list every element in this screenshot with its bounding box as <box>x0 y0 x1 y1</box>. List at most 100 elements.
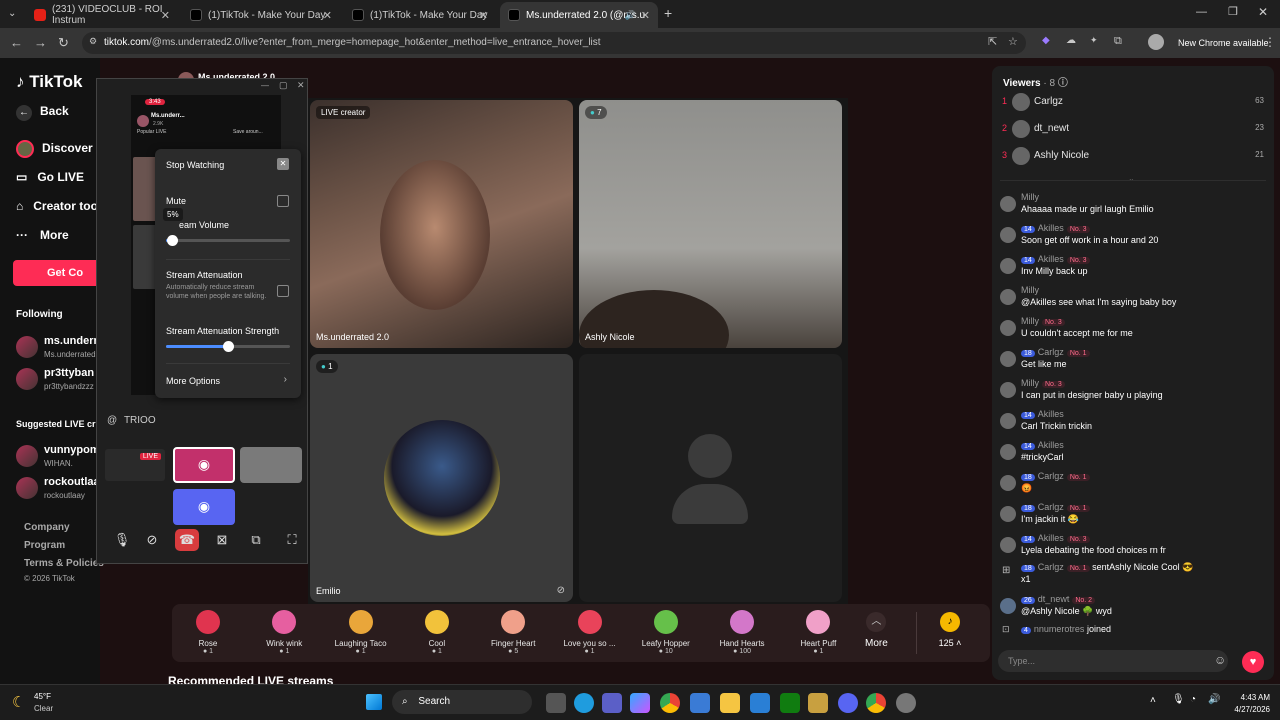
pop-out-icon[interactable]: ⧉ <box>245 529 267 551</box>
like-heart-button[interactable]: ♥ <box>1242 651 1264 673</box>
avatar[interactable] <box>16 477 38 499</box>
following-name[interactable]: ms.underr <box>44 335 98 347</box>
gift-item[interactable]: Cool ● 1 <box>402 610 472 655</box>
top-viewer-row[interactable]: 2 dt_newt 23 <box>1002 119 1264 141</box>
new-tab-button[interactable]: + <box>664 5 672 21</box>
close-tab-icon[interactable]: ✕ <box>641 9 650 22</box>
app-icon[interactable] <box>750 693 770 713</box>
host-video[interactable]: LIVE creator Ms.underrated 2.0 <box>310 100 573 348</box>
wifi-icon[interactable]: ◔ <box>1190 694 1196 705</box>
tiktok-logo[interactable]: ♪ TikTok <box>16 72 82 92</box>
minimize-window-button[interactable]: — <box>1196 6 1207 18</box>
footer-company[interactable]: Company <box>24 522 70 533</box>
chat-input[interactable]: Type... <box>998 650 1228 672</box>
gift-item[interactable]: Finger Heart ● 5 <box>478 610 548 655</box>
site-info-icon[interactable]: ⚙ <box>89 36 97 47</box>
chat-user[interactable]: 14 Akilles No. 3 <box>1021 223 1090 233</box>
chrome-icon[interactable] <box>660 693 680 713</box>
popup-minimize-button[interactable]: — <box>261 81 269 90</box>
back-link[interactable]: ← Back <box>16 104 69 121</box>
chat-user[interactable]: 18 Carlgz No. 1 <box>1021 471 1090 481</box>
address-bar[interactable]: ⚙ tiktok.com/@ms.underrated2.0/live?ente… <box>82 32 1026 54</box>
chat-user[interactable]: 14 Akilles No. 3 <box>1021 254 1090 264</box>
forward-icon[interactable]: → <box>34 35 47 50</box>
extension-icon[interactable]: ◆ <box>1042 35 1050 46</box>
chat-user[interactable]: Milly No. 3 <box>1021 378 1065 388</box>
teams-icon[interactable] <box>602 693 622 713</box>
chat-user[interactable]: 14 Akilles <box>1021 440 1064 450</box>
avatar[interactable] <box>1000 598 1016 614</box>
stream-attenuation-checkbox[interactable] <box>277 285 289 297</box>
edge-icon[interactable] <box>574 693 594 713</box>
mute-item[interactable]: Mute <box>166 196 186 206</box>
close-tab-icon[interactable]: ✕ <box>161 9 170 22</box>
chat-user[interactable]: 18 Carlgz No. 1 <box>1021 502 1090 512</box>
windows-start-icon[interactable] <box>366 694 382 710</box>
live-thumbnail[interactable]: LIVE <box>105 449 165 481</box>
avatar[interactable] <box>1000 258 1016 274</box>
app-icon[interactable] <box>808 693 828 713</box>
avatar[interactable] <box>1000 537 1016 553</box>
browser-tab-2[interactable]: (1)TikTok - Make Your Day ✕ <box>182 2 340 28</box>
top-viewer-row[interactable]: 3 Ashly Nicole 21 <box>1002 146 1264 168</box>
extension-icon[interactable]: ✦ <box>1090 35 1098 46</box>
maximize-window-button[interactable]: ❐ <box>1228 5 1238 18</box>
discord-icon[interactable] <box>838 693 858 713</box>
stream-volume-slider[interactable] <box>166 235 290 246</box>
avatar[interactable] <box>1000 475 1016 491</box>
collapse-chevron-icon[interactable]: ⌄ <box>1128 174 1135 183</box>
avatar[interactable] <box>16 336 38 358</box>
hang-up-button[interactable]: ☎ <box>175 529 199 551</box>
avatar[interactable] <box>1000 444 1016 460</box>
chat-user[interactable]: 14 Akilles No. 3 <box>1021 533 1090 543</box>
extension-cloud-icon[interactable]: ☁ <box>1066 35 1076 46</box>
weather-moon-icon[interactable]: ☾ <box>12 693 25 711</box>
popup-close-button[interactable]: ✕ <box>297 80 305 91</box>
gift-item[interactable]: Leafy Hopper ● 10 <box>631 610 701 655</box>
popup-maximize-button[interactable]: ▢ <box>279 80 288 91</box>
extensions-puzzle-icon[interactable]: ⧉ <box>1114 35 1122 48</box>
slider-knob[interactable] <box>167 235 179 246</box>
tray-chevron-icon[interactable]: ˄ <box>1150 695 1156 706</box>
gift-item[interactable]: Hand Hearts ● 100 <box>707 610 777 655</box>
stop-watching-item[interactable]: Stop Watching <box>166 160 224 170</box>
discord-tile[interactable]: ◉ <box>173 447 235 483</box>
file-explorer-icon[interactable] <box>720 693 740 713</box>
avatar[interactable] <box>1000 196 1016 212</box>
chat-user[interactable]: Milly <box>1021 285 1039 295</box>
top-viewer-row[interactable]: 1 Carlgz 63 <box>1002 92 1264 114</box>
profile-avatar[interactable] <box>1148 34 1164 50</box>
nav-discover-live[interactable]: Discover L <box>16 140 103 158</box>
footer-program[interactable]: Program <box>24 540 65 551</box>
avatar[interactable] <box>16 368 38 390</box>
guest-video-ashly[interactable]: ● 7 Ashly Nicole <box>579 100 842 348</box>
emoji-icon[interactable]: ☺ <box>1214 653 1226 667</box>
following-name[interactable]: pr3ttyban <box>44 367 94 379</box>
discord-tile[interactable]: ◉ <box>173 489 235 525</box>
chat-user[interactable]: 14 Akilles <box>1021 409 1064 419</box>
viewer-name[interactable]: Carlgz <box>1034 96 1063 107</box>
gift-item[interactable]: Love you so ... ● 1 <box>555 610 625 655</box>
install-app-icon[interactable]: ⇱ <box>988 35 997 48</box>
gift-item[interactable]: Rose ● 1 <box>173 610 243 655</box>
close-tab-icon[interactable]: ✕ <box>323 9 332 22</box>
chrome-update-notice[interactable]: New Chrome available <box>1178 38 1269 48</box>
chat-user[interactable]: 26 dt_newt No. 2 <box>1021 594 1096 604</box>
weather-temp[interactable]: 45°F <box>34 692 51 701</box>
coin-balance[interactable]: ♪ 125 ˄ <box>928 612 972 648</box>
viewer-name[interactable]: Ashly Nicole <box>1034 150 1089 161</box>
mute-checkbox[interactable] <box>277 195 289 207</box>
more-options-item[interactable]: More Options <box>166 376 220 386</box>
slider-knob[interactable] <box>223 341 234 352</box>
get-coins-button[interactable]: Get Co <box>13 260 103 286</box>
nav-go-live[interactable]: ▭ Go LIVE <box>16 170 84 184</box>
avatar[interactable] <box>1012 147 1030 165</box>
avatar[interactable] <box>1000 320 1016 336</box>
footer-terms[interactable]: Terms & Policies <box>24 558 104 569</box>
chrome-menu-icon[interactable]: ⋮ <box>1264 35 1276 49</box>
copilot-icon[interactable] <box>630 693 650 713</box>
taskbar-search[interactable]: ⌕ Search <box>392 690 532 714</box>
gift-item[interactable]: Laughing Taco ● 1 <box>326 610 396 655</box>
browser-tab-3[interactable]: (1)TikTok - Make Your Day ✕ <box>344 2 496 28</box>
task-view-icon[interactable] <box>546 693 566 713</box>
